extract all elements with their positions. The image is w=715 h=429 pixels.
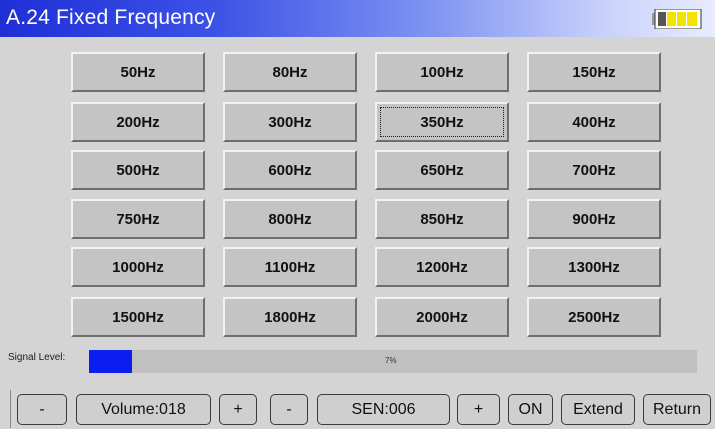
frequency-button-700hz[interactable]: 700Hz <box>527 150 661 190</box>
frequency-button-80hz[interactable]: 80Hz <box>223 52 357 92</box>
frequency-button-150hz[interactable]: 150Hz <box>527 52 661 92</box>
frequency-button-50hz[interactable]: 50Hz <box>71 52 205 92</box>
frequency-button-650hz[interactable]: 650Hz <box>375 150 509 190</box>
signal-level-bar: 7% <box>89 350 697 373</box>
extend-button[interactable]: Extend <box>561 394 635 425</box>
frequency-button-350hz[interactable]: 350Hz <box>375 102 509 142</box>
on-button[interactable]: ON <box>508 394 553 425</box>
frequency-button-1000hz[interactable]: 1000Hz <box>71 247 205 287</box>
signal-level-fill <box>89 350 132 373</box>
frequency-button-800hz[interactable]: 800Hz <box>223 199 357 239</box>
frequency-button-2000hz[interactable]: 2000Hz <box>375 297 509 337</box>
frequency-button-100hz[interactable]: 100Hz <box>375 52 509 92</box>
frequency-button-900hz[interactable]: 900Hz <box>527 199 661 239</box>
frequency-button-400hz[interactable]: 400Hz <box>527 102 661 142</box>
page-title: A.24 Fixed Frequency <box>6 6 216 29</box>
signal-level-label: Signal Level: <box>8 352 66 363</box>
frequency-button-2500hz[interactable]: 2500Hz <box>527 297 661 337</box>
frequency-button-1500hz[interactable]: 1500Hz <box>71 297 205 337</box>
frequency-button-300hz[interactable]: 300Hz <box>223 102 357 142</box>
frequency-button-1300hz[interactable]: 1300Hz <box>527 247 661 287</box>
frequency-button-1800hz[interactable]: 1800Hz <box>223 297 357 337</box>
frequency-button-850hz[interactable]: 850Hz <box>375 199 509 239</box>
frequency-button-500hz[interactable]: 500Hz <box>71 150 205 190</box>
signal-level-percent: 7% <box>385 356 397 365</box>
frequency-button-1200hz[interactable]: 1200Hz <box>375 247 509 287</box>
battery-icon <box>652 9 702 29</box>
frequency-button-1100hz[interactable]: 1100Hz <box>223 247 357 287</box>
sen-display: SEN:006 <box>317 394 450 425</box>
return-button[interactable]: Return <box>643 394 711 425</box>
title-bar: A.24 Fixed Frequency <box>0 0 715 37</box>
volume-decrease-button[interactable]: - <box>17 394 67 425</box>
sen-decrease-button[interactable]: - <box>270 394 308 425</box>
frequency-button-600hz[interactable]: 600Hz <box>223 150 357 190</box>
sen-increase-button[interactable]: + <box>457 394 500 425</box>
volume-display: Volume:018 <box>76 394 211 425</box>
frequency-button-750hz[interactable]: 750Hz <box>71 199 205 239</box>
frequency-button-200hz[interactable]: 200Hz <box>71 102 205 142</box>
volume-increase-button[interactable]: + <box>219 394 257 425</box>
